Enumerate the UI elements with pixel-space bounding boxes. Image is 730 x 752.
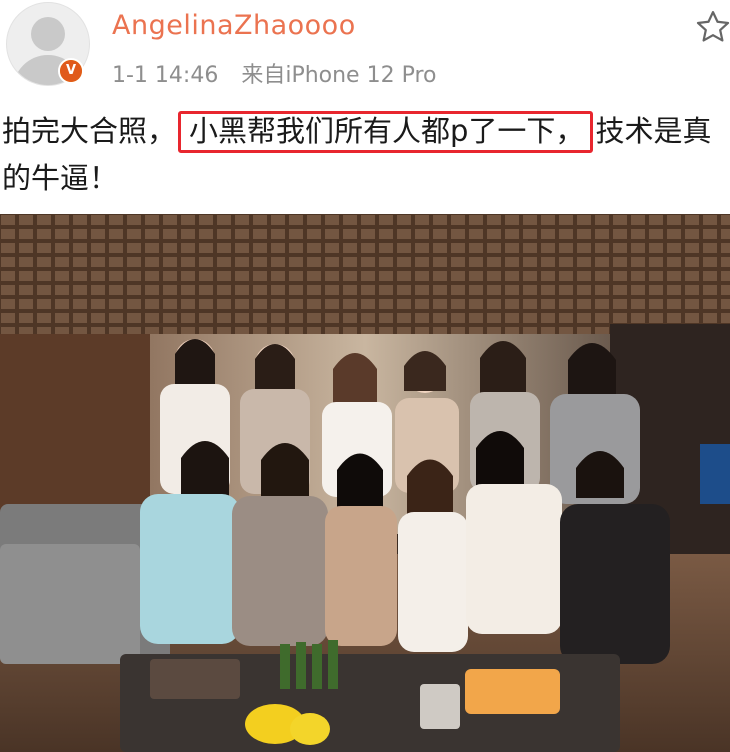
- post-meta: 1-1 14:46 来自iPhone 12 Pro: [112, 57, 436, 89]
- post-text: 拍完大合照， 小黑帮我们所有人都p了一下， 技术是真的牛逼！: [2, 108, 724, 202]
- post-header: V AngelinaZhaoooo 1-1 14:46 来自iPhone 12 …: [0, 0, 730, 100]
- post-text-highlighted: 小黑帮我们所有人都p了一下，: [178, 111, 594, 153]
- verified-badge-letter: V: [60, 60, 82, 82]
- group-photo-illustration: [0, 214, 730, 752]
- post-text-before: 拍完大合照，: [2, 114, 177, 148]
- avatar-head-shape: [31, 17, 65, 51]
- author-name[interactable]: AngelinaZhaoooo: [112, 10, 356, 41]
- verified-badge-icon: V: [58, 58, 84, 84]
- post-source: 来自iPhone 12 Pro: [241, 63, 437, 88]
- star-outline-icon[interactable]: [694, 8, 730, 46]
- post-photo[interactable]: [0, 214, 730, 752]
- post-time: 1-1 14:46: [112, 63, 219, 88]
- weibo-post: V AngelinaZhaoooo 1-1 14:46 来自iPhone 12 …: [0, 0, 730, 752]
